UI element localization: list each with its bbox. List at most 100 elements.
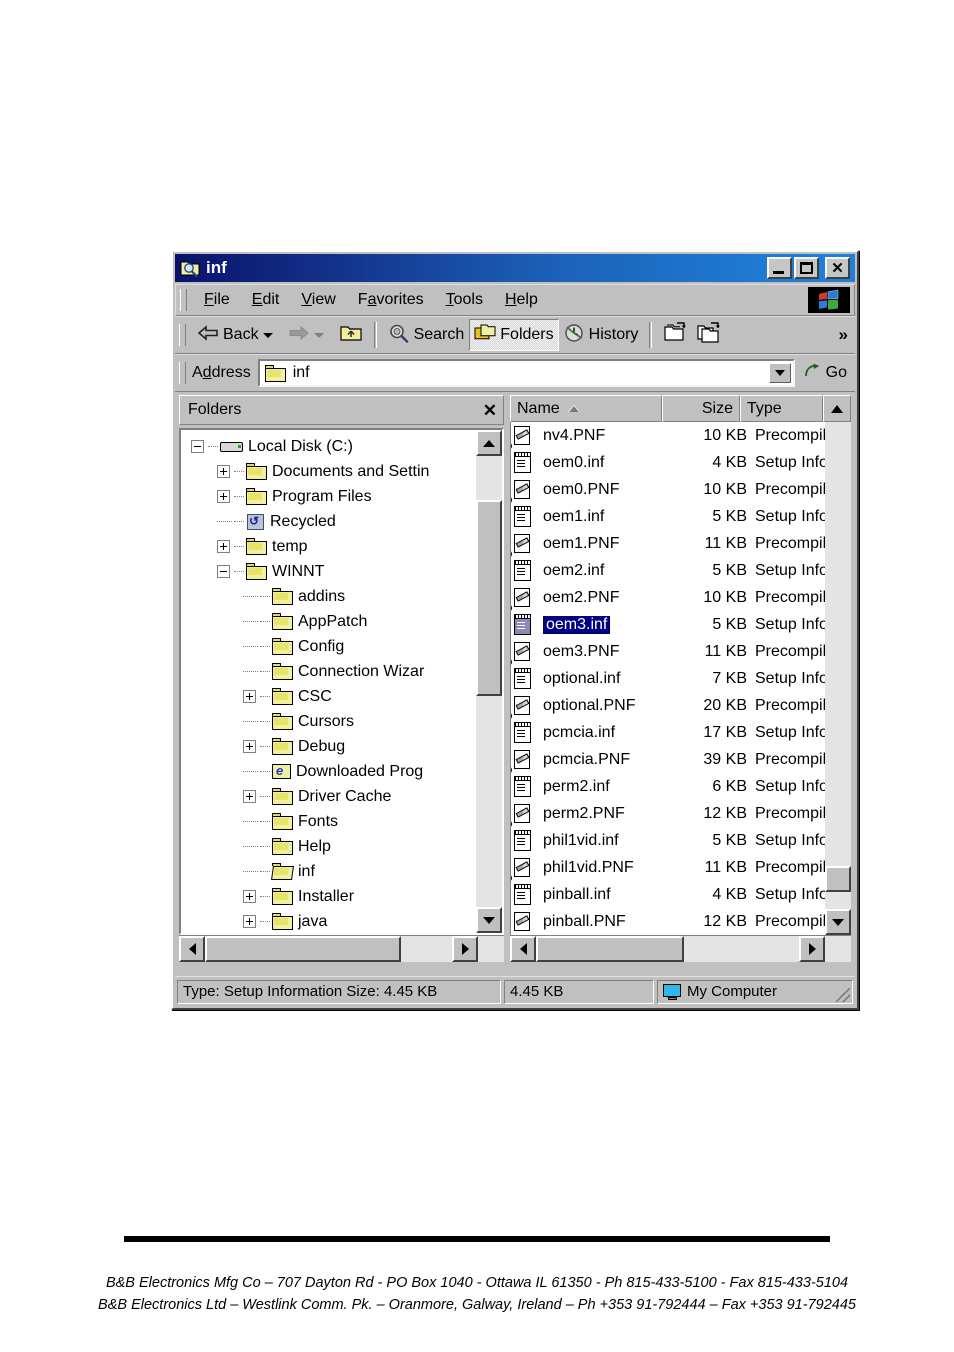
collapse-icon[interactable] xyxy=(217,565,230,578)
tree-horizontal-scrollbar[interactable] xyxy=(179,935,504,962)
folder-icon xyxy=(246,563,268,580)
address-dropdown-button[interactable] xyxy=(768,363,791,383)
file-list-row[interactable]: pinball.PNF 12 KB Precompiled xyxy=(511,908,851,935)
tree-item[interactable]: CSC xyxy=(181,684,502,709)
expand-icon[interactable] xyxy=(217,490,230,503)
tree-vertical-scrollbar[interactable] xyxy=(476,430,502,933)
tree-item[interactable]: addins xyxy=(181,584,502,609)
tree-item[interactable]: java xyxy=(181,909,502,933)
tree-item[interactable]: Installer xyxy=(181,884,502,909)
tree-scroll-down-button[interactable] xyxy=(476,907,502,933)
file-list-row[interactable]: pcmcia.PNF 39 KB Precompiled xyxy=(511,746,851,773)
move-to-button[interactable] xyxy=(658,319,692,351)
tree-item[interactable]: Documents and Settin xyxy=(181,459,502,484)
tree-scroll-left-button[interactable] xyxy=(179,936,205,962)
file-list[interactable]: nv4.PNF 10 KB Precompiled oem0.inf 4 KB Setup… xyxy=(510,422,851,935)
file-list-row[interactable]: perm2.PNF 12 KB Precompiled xyxy=(511,800,851,827)
file-list-row[interactable]: oem3.PNF 11 KB Precompiled xyxy=(511,638,851,665)
folder-tree[interactable]: Local Disk (C:) Documents and Settin Progr… xyxy=(179,428,504,935)
file-list-row[interactable]: oem1.PNF 11 KB Precompiled xyxy=(511,530,851,557)
column-header-size[interactable]: Size xyxy=(662,395,740,422)
collapse-icon[interactable] xyxy=(191,440,204,453)
list-scroll-up-button[interactable] xyxy=(823,395,851,422)
back-button[interactable]: Back xyxy=(192,319,283,351)
tree-item[interactable]: Help xyxy=(181,834,502,859)
list-scroll-down-button[interactable] xyxy=(825,909,851,935)
tree-scroll-up-button[interactable] xyxy=(476,430,502,456)
up-one-level-button[interactable] xyxy=(334,319,368,351)
file-list-row[interactable]: phil1vid.inf 5 KB Setup Inform xyxy=(511,819,851,854)
list-scroll-thumb[interactable] xyxy=(825,866,851,892)
expand-icon[interactable] xyxy=(217,465,230,478)
maximize-button[interactable] xyxy=(794,257,819,279)
menu-favorites[interactable]: Favorites xyxy=(347,289,435,311)
expand-icon[interactable] xyxy=(243,790,256,803)
list-horizontal-scrollbar[interactable] xyxy=(510,935,851,962)
tree-item[interactable]: Local Disk (C:) xyxy=(181,434,502,459)
tree-item[interactable]: Cursors xyxy=(181,709,502,734)
tree-item[interactable]: Program Files xyxy=(181,484,502,509)
back-dropdown-icon[interactable] xyxy=(262,332,273,338)
tree-item[interactable]: WINNT xyxy=(181,559,502,584)
tree-item[interactable]: inf xyxy=(181,859,502,884)
expand-icon[interactable] xyxy=(243,890,256,903)
list-vertical-scrollbar[interactable] xyxy=(825,422,851,935)
search-button[interactable]: Search xyxy=(383,319,470,351)
close-button[interactable]: ✕ xyxy=(825,257,850,279)
toolbar-overflow-button[interactable]: » xyxy=(839,325,849,345)
file-list-row[interactable]: oem1.inf 5 KB Setup Inform xyxy=(511,495,851,530)
minimize-button[interactable] xyxy=(767,257,792,279)
toolbar-gripper[interactable] xyxy=(179,324,186,346)
menu-tools[interactable]: Tools xyxy=(435,289,494,311)
address-gripper[interactable] xyxy=(179,362,186,384)
tree-item[interactable]: Connection Wizar xyxy=(181,659,502,684)
close-icon[interactable]: ✕ xyxy=(483,402,497,419)
file-list-row[interactable]: nv4.PNF 10 KB Precompiled xyxy=(511,422,851,449)
file-list-row[interactable]: pcmcia.inf 17 KB Setup Inform xyxy=(511,711,851,746)
title-bar[interactable]: inf ✕ xyxy=(175,254,855,282)
expand-icon[interactable] xyxy=(217,540,230,553)
menu-view[interactable]: View xyxy=(290,289,346,311)
tree-item[interactable]: Config xyxy=(181,634,502,659)
list-hscroll-thumb[interactable] xyxy=(536,936,684,962)
forward-dropdown-icon[interactable] xyxy=(313,332,324,338)
tree-item[interactable]: ↺ Recycled xyxy=(181,509,502,534)
file-list-row[interactable]: phil1vid.PNF 11 KB Precompiled xyxy=(511,854,851,881)
expand-icon[interactable] xyxy=(243,690,256,703)
copy-to-button[interactable] xyxy=(692,319,726,351)
file-list-row[interactable]: oem0.PNF 10 KB Precompiled xyxy=(511,476,851,503)
file-list-row[interactable]: oem2.inf 5 KB Setup Inform xyxy=(511,549,851,584)
tree-item[interactable]: Driver Cache xyxy=(181,784,502,809)
file-list-row[interactable]: optional.inf 7 KB Setup Inform xyxy=(511,657,851,692)
tree-item[interactable]: AppPatch xyxy=(181,609,502,634)
file-list-row[interactable]: pinball.inf 4 KB Setup Inform xyxy=(511,873,851,908)
expand-icon[interactable] xyxy=(243,740,256,753)
expand-icon[interactable] xyxy=(243,915,256,928)
menu-edit[interactable]: Edit xyxy=(241,289,291,311)
address-input[interactable]: inf xyxy=(257,359,795,387)
column-header-type[interactable]: Type xyxy=(740,395,823,422)
column-header-name[interactable]: Name xyxy=(510,395,662,422)
file-list-row[interactable]: oem3.inf 5 KB Setup Inform xyxy=(511,603,851,638)
forward-button[interactable] xyxy=(283,319,334,351)
history-button[interactable]: History xyxy=(559,319,644,351)
tree-item[interactable]: Debug xyxy=(181,734,502,759)
tree-item[interactable]: temp xyxy=(181,534,502,559)
menu-file[interactable]: File xyxy=(193,289,241,311)
menu-help[interactable]: Help xyxy=(494,289,549,311)
tree-hscroll-thumb[interactable] xyxy=(205,936,401,962)
file-list-row[interactable]: perm2.inf 6 KB Setup Inform xyxy=(511,765,851,800)
go-button[interactable]: Go xyxy=(795,362,855,385)
list-scroll-right-button[interactable] xyxy=(799,936,825,962)
file-list-row[interactable]: optional.PNF 20 KB Precompiled xyxy=(511,692,851,719)
file-list-row[interactable]: oem0.inf 4 KB Setup Inform xyxy=(511,441,851,476)
file-list-row[interactable]: oem2.PNF 10 KB Precompiled xyxy=(511,584,851,611)
resize-grip[interactable] xyxy=(836,987,850,1002)
tree-item[interactable]: Fonts xyxy=(181,809,502,834)
tree-scroll-thumb[interactable] xyxy=(476,500,502,696)
menu-gripper[interactable] xyxy=(180,289,187,311)
list-scroll-left-button[interactable] xyxy=(510,936,536,962)
folders-button[interactable]: Folders xyxy=(469,319,559,351)
tree-item[interactable]: e Downloaded Prog xyxy=(181,759,502,784)
tree-scroll-right-button[interactable] xyxy=(452,936,478,962)
